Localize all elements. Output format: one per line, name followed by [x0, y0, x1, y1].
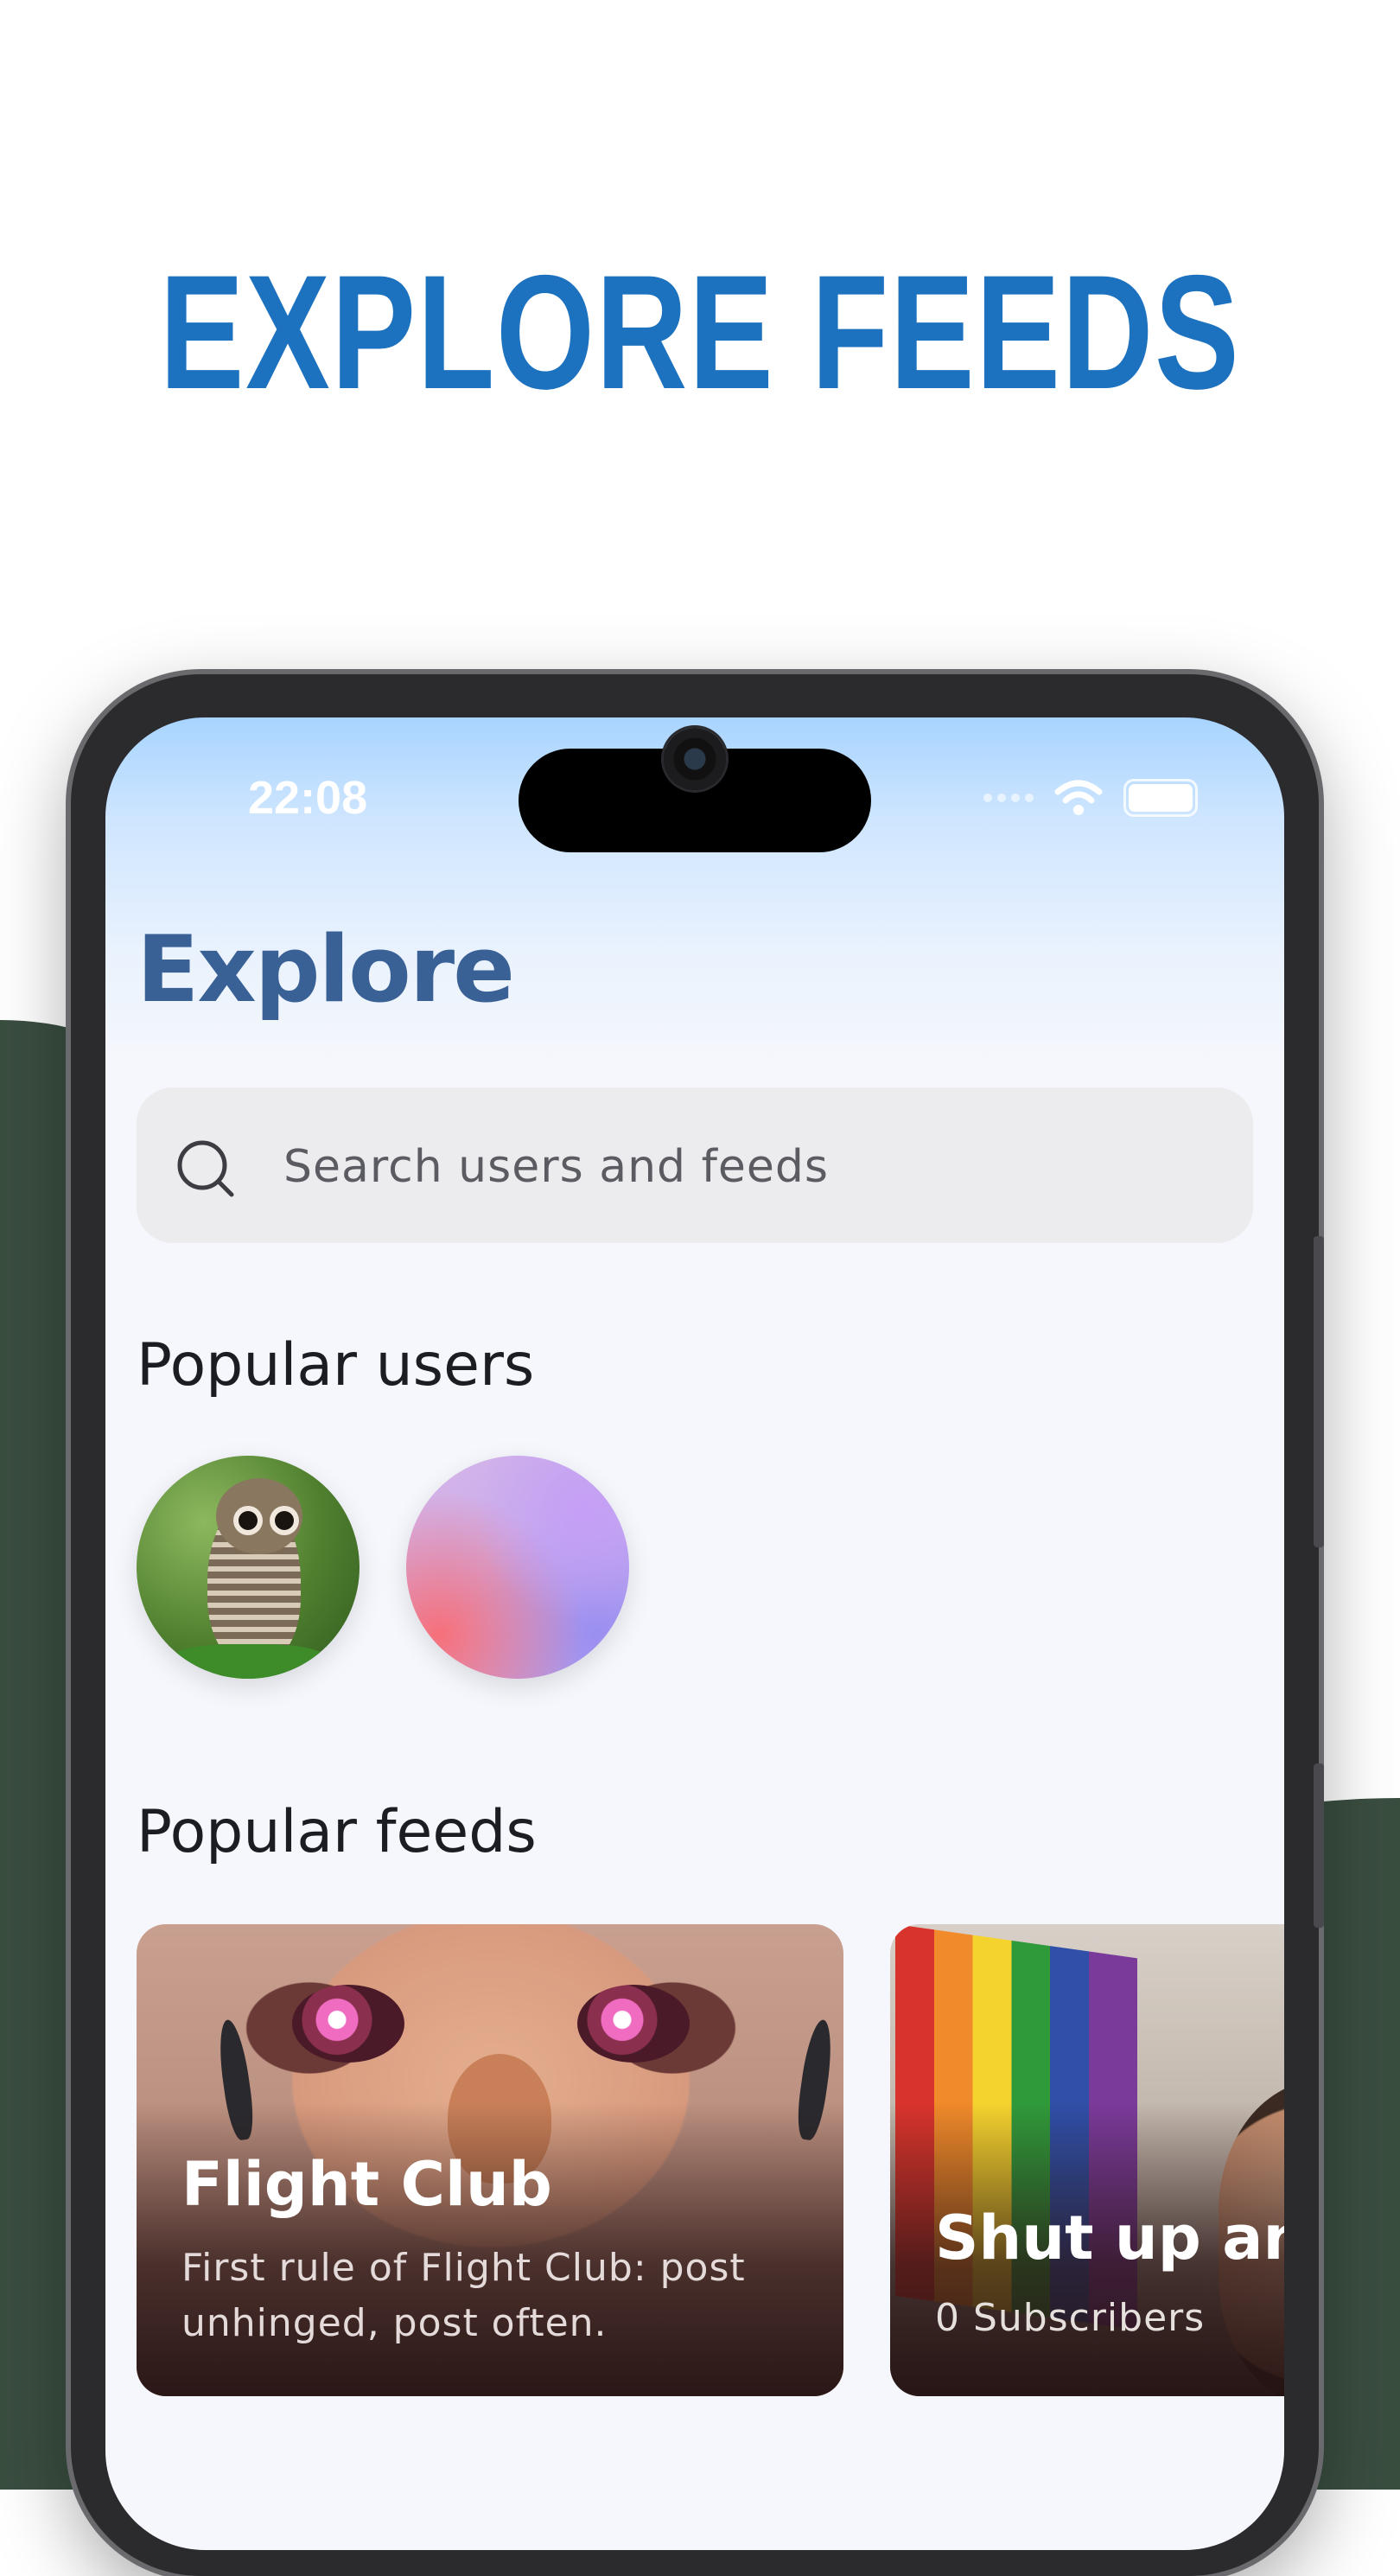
section-title-popular-feeds: Popular feeds	[137, 1798, 537, 1866]
wifi-icon	[1054, 780, 1103, 815]
section-title-popular-users: Popular users	[137, 1331, 535, 1400]
user-avatar-owl[interactable]	[137, 1456, 360, 1679]
camera-icon	[664, 728, 726, 790]
signal-icon	[983, 794, 1034, 802]
page-title: Explore	[137, 916, 515, 1023]
phone-screen: 22:08 Explore Search users and feeds Pop…	[105, 717, 1284, 2550]
owl-eye	[239, 1511, 258, 1530]
phone-side-button	[1314, 1236, 1324, 1547]
illustration-eye	[577, 1985, 690, 2063]
feed-card-shut-up[interactable]: Shut up and 0 Subscribers	[890, 1924, 1284, 2396]
feed-description: First rule of Flight Club: post unhinged…	[181, 2246, 746, 2345]
phone-side-button-lower	[1314, 1763, 1324, 1928]
feed-title: Shut up and	[935, 2203, 1284, 2273]
search-input[interactable]: Search users and feeds	[137, 1087, 1253, 1243]
owl-eye	[275, 1511, 294, 1530]
status-time: 22:08	[248, 772, 368, 824]
search-icon	[177, 1140, 234, 1197]
promo-headline: EXPLORE FEEDS	[159, 241, 1241, 423]
feed-card-flight-club[interactable]: Flight Club First rule of Flight Club: p…	[137, 1924, 843, 2396]
search-placeholder: Search users and feeds	[283, 1141, 829, 1193]
battery-icon	[1123, 779, 1198, 817]
user-avatar-gradient[interactable]	[406, 1456, 629, 1679]
feed-title: Flight Club	[181, 2149, 552, 2220]
illustration-eye	[292, 1985, 404, 2063]
feed-subscribers: 0 Subscribers	[935, 2296, 1206, 2340]
status-indicators	[983, 778, 1198, 818]
grass	[171, 1644, 327, 1679]
